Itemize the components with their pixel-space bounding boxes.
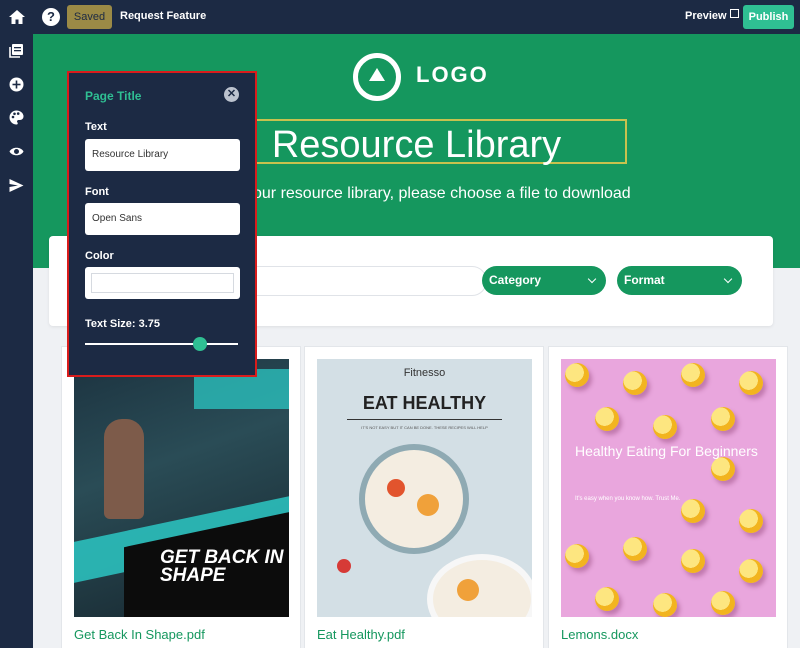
format-dropdown[interactable]: Format [617,266,742,295]
logo-text: LOGO [416,62,489,87]
thumbnail-subtext: It's easy when you know how. Trust Me. [575,496,681,502]
help-icon[interactable]: ? [42,8,60,26]
card-thumbnail[interactable]: Fitnesso EAT HEALTHY IT'S NOT EASY BUT I… [317,359,532,617]
saved-badge: Saved [67,5,112,29]
card-filename[interactable]: Eat Healthy.pdf [317,627,405,642]
top-bar: ? Saved Request Feature Preview Publish [0,0,800,34]
left-toolbar [0,34,33,648]
category-dropdown[interactable]: Category [482,266,606,295]
search-input[interactable] [239,266,487,296]
text-size-label: Text Size: 3.75 [85,318,160,330]
home-icon[interactable] [8,8,26,26]
logo-icon [353,53,401,101]
preview-label: Preview [685,10,727,22]
font-select[interactable]: Open Sans [85,203,240,235]
close-icon[interactable]: ✕ [224,87,239,102]
eye-icon[interactable] [9,144,24,159]
font-label: Font [85,186,109,198]
thumbnail-tagline: IT'S NOT EASY BUT IT CAN BE DONE. THESE … [361,425,488,430]
card-thumbnail[interactable]: Healthy Eating For Beginners It's easy w… [561,359,776,617]
resource-card[interactable]: Healthy Eating For Beginners It's easy w… [548,346,788,648]
page-title-properties-panel: Page Title ✕ Text Resource Library Font … [67,71,257,377]
card-filename[interactable]: Lemons.docx [561,627,638,642]
category-label: Category [489,273,542,287]
text-size-slider-handle[interactable] [192,337,207,351]
thumbnail-heading: EAT HEALTHY [362,393,487,413]
panel-title: Page Title [85,89,142,103]
format-label: Format [624,273,665,287]
publish-button[interactable]: Publish [743,5,794,29]
page-subtitle[interactable]: our resource library, please choose a fi… [253,185,631,203]
color-label: Color [85,250,114,262]
thumbnail-text: GET BACK IN SHAPE [160,547,284,586]
text-label: Text [85,121,107,133]
chevron-down-icon [587,274,597,284]
library-icon[interactable] [9,43,24,58]
color-picker[interactable] [85,267,240,299]
text-input[interactable]: Resource Library [85,139,240,171]
external-link-icon [729,9,739,18]
resource-card[interactable]: GET BACK IN SHAPE Get Back In Shape.pdf [61,346,301,648]
send-icon[interactable] [9,178,24,193]
preview-button[interactable]: Preview [685,9,739,22]
text-size-slider-track[interactable] [85,343,238,345]
palette-icon[interactable] [9,110,24,125]
resource-card[interactable]: Fitnesso EAT HEALTHY IT'S NOT EASY BUT I… [304,346,544,648]
chevron-down-icon [723,274,733,284]
card-thumbnail[interactable]: GET BACK IN SHAPE [74,359,289,617]
thumbnail-brand: Fitnesso [403,367,446,379]
request-feature-link[interactable]: Request Feature [120,10,206,22]
card-filename[interactable]: Get Back In Shape.pdf [74,627,205,642]
add-icon[interactable] [9,77,24,92]
thumbnail-text: Healthy Eating For Beginners [575,443,758,459]
